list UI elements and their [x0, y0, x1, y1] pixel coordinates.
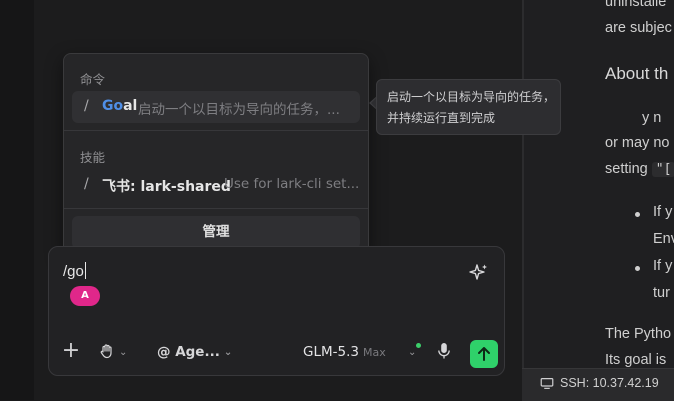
command-name-rest: al [123, 98, 138, 114]
model-name: GLM-5.3 [303, 344, 359, 360]
ssh-status-label: SSH: 10.37.42.19 [560, 376, 659, 390]
model-selector[interactable]: GLM-5.3 Max [303, 341, 386, 363]
skill-name: 飞书: lark-shared [102, 179, 231, 195]
command-item-goal[interactable]: / Goal 启动一个以目标为导向的任务，... [72, 91, 360, 123]
divider [64, 208, 368, 209]
doc-heading: About th [605, 64, 669, 83]
sparkle-icon[interactable] [469, 263, 489, 283]
send-button[interactable] [470, 340, 498, 368]
hand-icon [100, 344, 112, 359]
skills-section-label: 技能 [80, 150, 106, 165]
avatar[interactable]: A [70, 286, 100, 306]
doc-text-line: The Pytho [605, 326, 672, 342]
doc-code-chip: "[ [651, 162, 674, 177]
status-bar: SSH: 10.37.42.19 [522, 368, 674, 401]
doc-text-line: uninstalle [605, 0, 667, 10]
doc-bullet-text: If y [653, 204, 673, 220]
slash-prefix: / [84, 176, 89, 192]
voice-input-button[interactable] [437, 341, 455, 363]
agent-selector[interactable]: @ Age... ⌄ [157, 341, 232, 363]
microphone-icon [438, 343, 450, 359]
left-gutter [0, 0, 34, 400]
bullet-dot [635, 266, 640, 271]
match-highlight: Go [102, 98, 124, 114]
bullet-dot [635, 212, 640, 217]
command-name: Goal [102, 98, 137, 114]
text-caret [84, 262, 86, 279]
doc-text-line: Its goal is [605, 352, 667, 368]
skill-description: Use for lark-cli set... [224, 176, 360, 192]
prompt-input[interactable]: /go [63, 262, 86, 280]
skill-item-lark-shared[interactable]: / 飞书: lark-shared Use for lark-cli set..… [72, 169, 360, 201]
model-chevron-button[interactable]: ⌄ [404, 341, 416, 363]
permission-mode-button[interactable]: ⌄ [99, 341, 135, 363]
manage-button[interactable]: 管理 [72, 216, 360, 249]
doc-text-line: or may no [605, 135, 670, 151]
doc-text: setting [605, 161, 652, 177]
commands-section-label: 命令 [80, 72, 106, 87]
prompt-input-value: /go [63, 263, 84, 280]
arrow-up-icon [478, 347, 490, 361]
doc-text-line: setting "[ [605, 161, 674, 177]
divider [64, 130, 368, 131]
doc-bullet-text: tur [653, 285, 670, 301]
connection-status-dot [416, 343, 421, 348]
add-attachment-button[interactable]: + [61, 340, 81, 363]
model-tier-badge: Max [362, 346, 386, 359]
doc-bullet-text: Env [653, 231, 674, 247]
slash-command-popup: 命令 / Goal 启动一个以目标为导向的任务，... 技能 / 飞书: lar… [63, 53, 369, 257]
slash-prefix: / [84, 98, 89, 114]
documentation-panel: uninstalle are subjec About th y n or ma… [524, 0, 674, 400]
doc-text-line: are subjec [605, 20, 672, 36]
doc-bullet-text: If y [653, 258, 673, 274]
agent-selector-label: @ Age... [157, 344, 220, 360]
chevron-down-icon: ⌄ [223, 347, 233, 358]
chevron-down-icon: ⌄ [119, 347, 128, 358]
monitor-icon [540, 378, 554, 389]
doc-text-line: y n [642, 110, 662, 126]
ssh-status[interactable]: SSH: 10.37.42.19 [540, 376, 659, 390]
chat-composer: /go A + ⌄ @ Age... ⌄ GLM-5.3 Max ⌄ [48, 246, 505, 376]
command-tooltip: 启动一个以目标为导向的任务，并持续运行直到完成 [376, 79, 561, 135]
command-description: 启动一个以目标为导向的任务，... [138, 102, 340, 118]
